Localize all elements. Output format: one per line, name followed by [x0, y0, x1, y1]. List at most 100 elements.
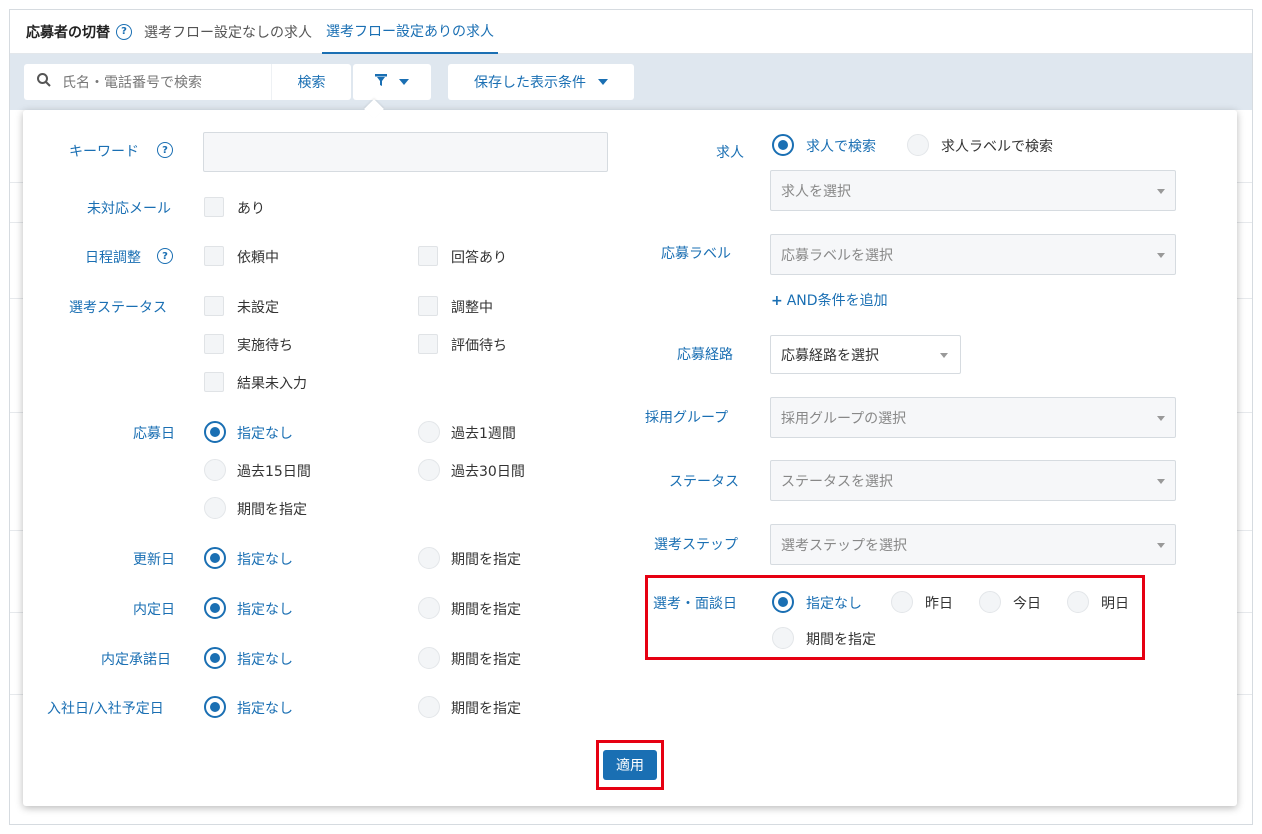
schedule-answered-label: 回答あり: [451, 250, 507, 266]
route-select-value: 応募経路を選択: [781, 347, 879, 364]
offer-date-label: 内定日: [133, 602, 175, 618]
join-period-radio[interactable]: [418, 696, 440, 718]
apply-date-1week-radio[interactable]: [418, 421, 440, 443]
chevron-down-icon: [1157, 253, 1165, 258]
status-select-value: ステータスを選択: [781, 473, 893, 490]
interview-date-highlight: [645, 575, 1145, 660]
status-adjusting-checkbox[interactable]: [418, 296, 438, 316]
unhandled-mail-checkbox[interactable]: [204, 197, 224, 217]
recruit-group-label: 採用グループ: [645, 410, 729, 426]
route-select[interactable]: 応募経路を選択: [770, 335, 961, 374]
status-adjusting-label: 調整中: [451, 300, 493, 316]
job-select-value: 求人を選択: [781, 183, 851, 200]
chevron-down-icon: [1157, 416, 1165, 421]
job-label: 求人: [716, 145, 744, 161]
search-input[interactable]: 氏名・電話番号で検索 検索: [24, 64, 351, 100]
schedule-label: 日程調整: [85, 250, 141, 266]
chevron-down-icon: [598, 79, 608, 85]
add-and-condition-link[interactable]: + AND条件を追加: [771, 290, 888, 310]
chevron-down-icon: [1157, 479, 1165, 484]
apply-date-1week-label: 過去1週間: [451, 426, 516, 442]
saved-conditions-label: 保存した表示条件: [474, 75, 586, 91]
schedule-requesting-label: 依頼中: [237, 250, 279, 266]
apply-date-30days-label: 過去30日間: [451, 464, 525, 480]
apply-date-none-radio[interactable]: [204, 421, 226, 443]
filter-icon: [375, 74, 387, 90]
schedule-answered-checkbox[interactable]: [418, 246, 438, 266]
selection-step-select[interactable]: 選考ステップを選択: [770, 524, 1176, 565]
apply-date-period-radio[interactable]: [204, 497, 226, 519]
offer-none-label: 指定なし: [237, 602, 293, 618]
tab-with-flow[interactable]: 選考フロー設定ありの求人: [322, 10, 498, 54]
apply-date-period-label: 期間を指定: [237, 502, 307, 518]
job-search-label: 求人で検索: [806, 139, 876, 155]
apply-date-30days-radio[interactable]: [418, 459, 440, 481]
apply-label-select[interactable]: 応募ラベルを選択: [770, 234, 1176, 275]
chevron-down-icon: [940, 353, 948, 358]
filter-popover: キーワード ? 未対応メール あり 日程調整 ? 依頼中 回答あり 選考ステータ…: [23, 110, 1237, 806]
schedule-requesting-checkbox[interactable]: [204, 246, 224, 266]
chevron-down-icon: [1157, 189, 1165, 194]
schedule-help-icon[interactable]: ?: [157, 248, 173, 264]
switch-label: 応募者の切替: [26, 24, 110, 41]
updated-none-radio[interactable]: [204, 547, 226, 569]
status-evaluating-label: 評価待ち: [451, 338, 507, 354]
chevron-down-icon: [399, 79, 409, 85]
offer-period-label: 期間を指定: [451, 602, 521, 618]
apply-button[interactable]: 適用: [603, 750, 657, 780]
updated-date-label: 更新日: [133, 552, 175, 568]
apply-date-label: 応募日: [133, 426, 175, 442]
offer-none-radio[interactable]: [204, 597, 226, 619]
selection-status-label: 選考ステータス: [69, 300, 167, 316]
search-placeholder: 氏名・電話番号で検索: [62, 75, 202, 91]
unhandled-mail-option: あり: [237, 201, 265, 217]
status-waiting-checkbox[interactable]: [204, 334, 224, 354]
offer-accept-period-radio[interactable]: [418, 647, 440, 669]
job-search-radio[interactable]: [772, 134, 794, 156]
join-none-radio[interactable]: [204, 696, 226, 718]
keyword-help-icon[interactable]: ?: [157, 142, 173, 158]
recruit-group-select-value: 採用グループの選択: [781, 410, 907, 427]
job-select[interactable]: 求人を選択: [770, 170, 1176, 211]
job-label-search-radio[interactable]: [907, 134, 929, 156]
offer-period-radio[interactable]: [418, 597, 440, 619]
apply-date-none-label: 指定なし: [237, 426, 293, 442]
offer-accept-date-label: 内定承諾日: [101, 652, 171, 668]
updated-none-label: 指定なし: [237, 552, 293, 568]
unhandled-mail-label: 未対応メール: [87, 201, 171, 217]
filter-button[interactable]: [353, 64, 431, 100]
search-icon: [36, 72, 58, 92]
offer-accept-none-radio[interactable]: [204, 647, 226, 669]
chevron-down-icon: [1157, 543, 1165, 548]
apply-label-label: 応募ラベル: [661, 246, 731, 262]
job-label-search-label: 求人ラベルで検索: [941, 139, 1053, 155]
plus-icon: +: [771, 293, 783, 309]
keyword-input[interactable]: [203, 132, 608, 172]
applicant-switch-tabs: 応募者の切替 ? 選考フロー設定なしの求人 選考フロー設定ありの求人: [10, 10, 1252, 54]
search-button[interactable]: 検索: [271, 64, 351, 100]
status-select[interactable]: ステータスを選択: [770, 460, 1176, 501]
status-unset-label: 未設定: [237, 300, 279, 316]
status-no-result-checkbox[interactable]: [204, 372, 224, 392]
join-date-label: 入社日/入社予定日: [47, 701, 164, 717]
saved-conditions-button[interactable]: 保存した表示条件: [448, 64, 634, 100]
apply-label-select-value: 応募ラベルを選択: [781, 247, 893, 264]
apply-date-15days-radio[interactable]: [204, 459, 226, 481]
status-waiting-label: 実施待ち: [237, 338, 293, 354]
join-none-label: 指定なし: [237, 701, 293, 717]
status-label: ステータス: [669, 474, 739, 490]
updated-period-radio[interactable]: [418, 547, 440, 569]
apply-date-15days-label: 過去15日間: [237, 464, 311, 480]
route-label: 応募経路: [677, 347, 733, 363]
offer-accept-period-label: 期間を指定: [451, 652, 521, 668]
add-and-condition-label: AND条件を追加: [786, 293, 888, 309]
status-unset-checkbox[interactable]: [204, 296, 224, 316]
tab-without-flow[interactable]: 選考フロー設定なしの求人: [140, 10, 316, 54]
offer-accept-none-label: 指定なし: [237, 652, 293, 668]
search-bar: 氏名・電話番号で検索 検索 保存した表示条件: [10, 54, 1252, 110]
status-evaluating-checkbox[interactable]: [418, 334, 438, 354]
help-icon[interactable]: ?: [116, 23, 132, 40]
recruit-group-select[interactable]: 採用グループの選択: [770, 397, 1176, 438]
selection-step-select-value: 選考ステップを選択: [781, 537, 907, 554]
keyword-label: キーワード: [69, 144, 139, 160]
